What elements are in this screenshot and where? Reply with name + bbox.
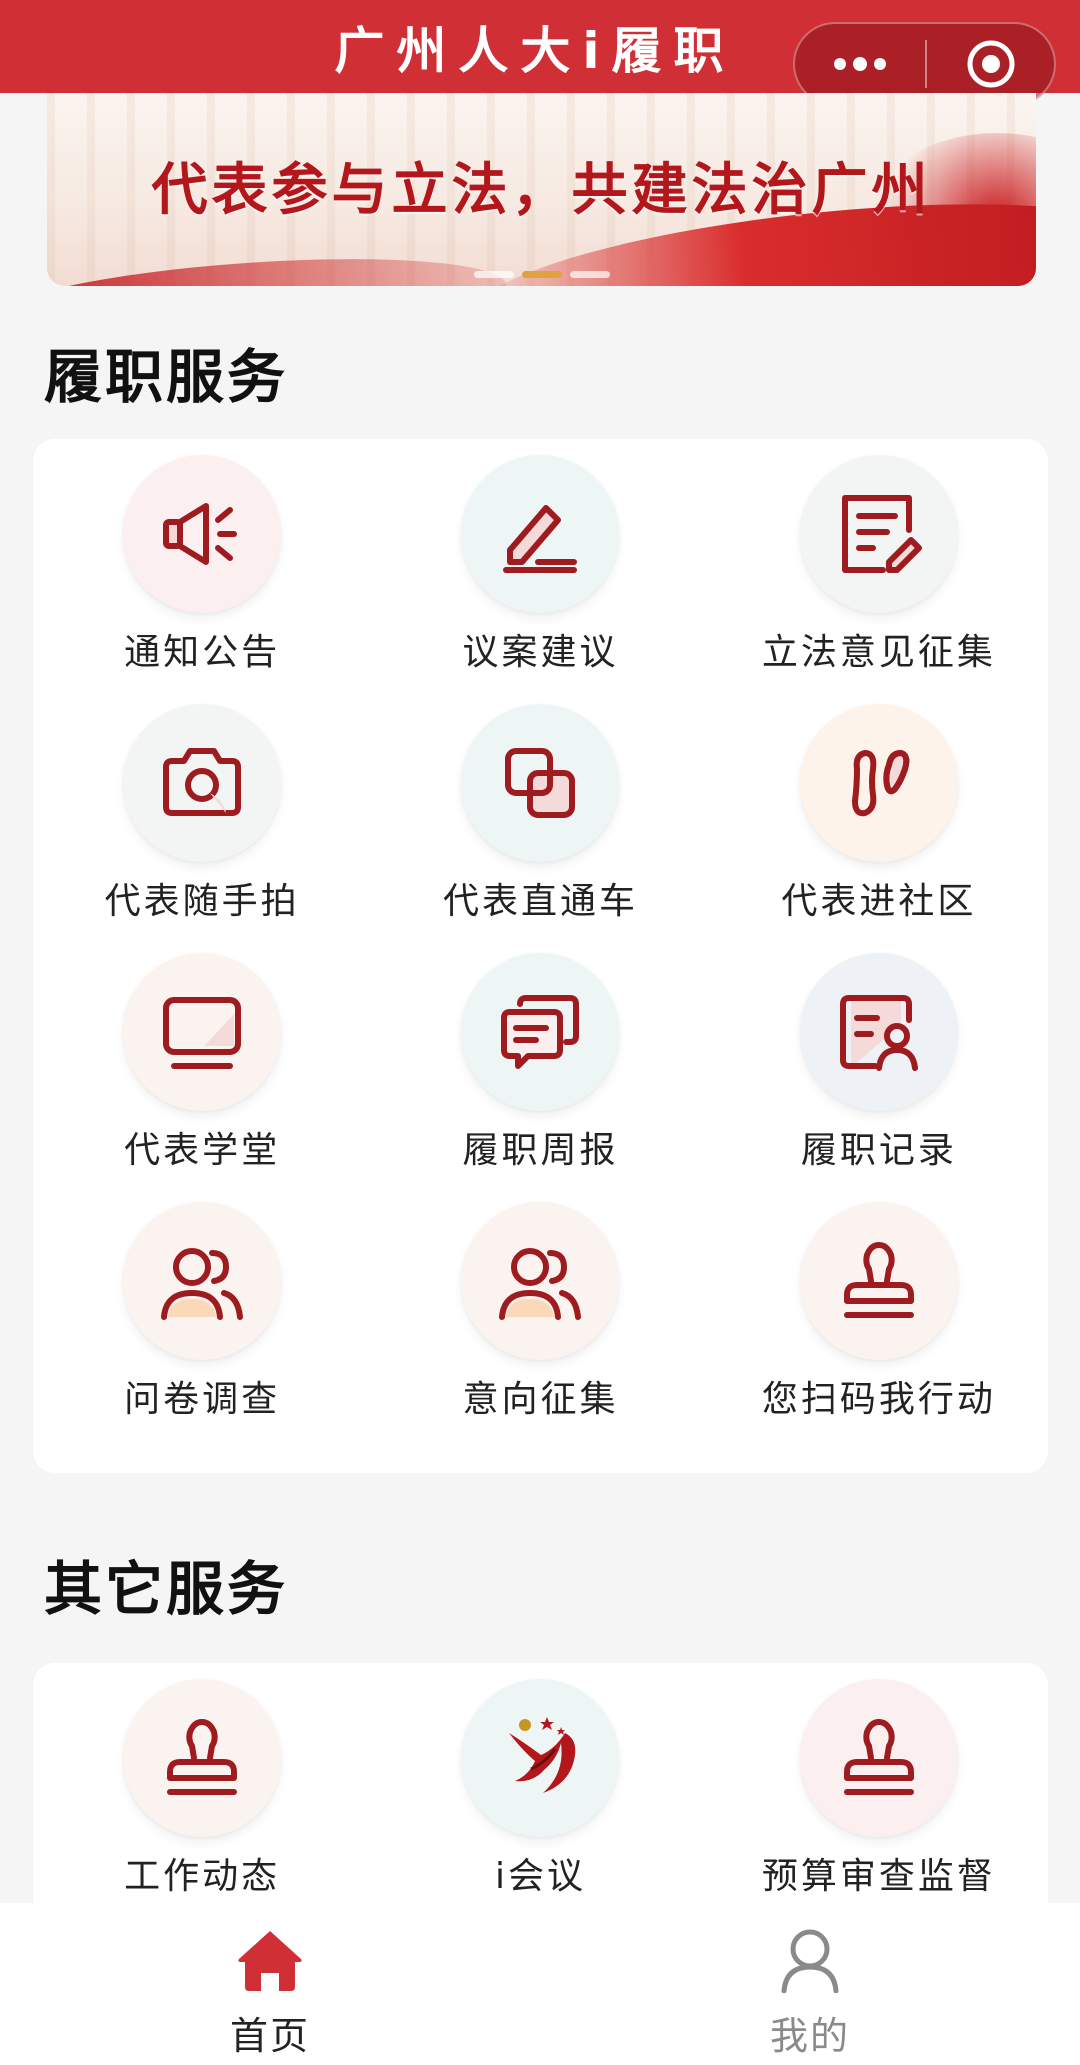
carousel-dot-active[interactable]: [521, 271, 562, 278]
document-edit-icon: [799, 455, 958, 613]
service-label: 履职周报: [462, 1130, 619, 1171]
banner-slogan: 代表参与立法，共建法治广州: [151, 158, 932, 223]
service-label: 议案建议: [462, 632, 619, 673]
stamp-icon: [799, 1679, 958, 1837]
service-label: 代表学堂: [124, 1130, 281, 1171]
carousel-dot[interactable]: [473, 271, 514, 278]
tab-home[interactable]: 首页: [0, 1903, 540, 2065]
service-label: i会议: [494, 1856, 586, 1897]
bottom-tab-bar: 首页 我的: [0, 1903, 1080, 2065]
service-academy[interactable]: 代表学堂: [33, 937, 371, 1186]
app-title: 广州人大i履职: [334, 21, 736, 80]
overlap-squares-icon: [461, 704, 620, 862]
service-work-news[interactable]: 工作动态: [33, 1663, 371, 1912]
monitor-icon: [123, 953, 282, 1111]
person-icon: [778, 1925, 842, 1995]
user-record-icon: [799, 953, 958, 1111]
service-label: 代表直通车: [442, 881, 638, 922]
service-label: 问卷调查: [124, 1379, 281, 1420]
users-icon: [461, 1202, 620, 1360]
service-i-meeting[interactable]: i会议: [371, 1663, 709, 1912]
carousel-dot[interactable]: [569, 271, 610, 278]
title-bar: 广州人大i履职: [0, 0, 1080, 106]
service-duty-record[interactable]: 履职记录: [710, 937, 1048, 1186]
carousel-indicator: [47, 271, 1036, 278]
service-label: 履职记录: [800, 1130, 957, 1171]
service-survey[interactable]: 问卷调查: [33, 1186, 371, 1435]
service-label: 代表随手拍: [104, 881, 300, 922]
other-services-grid: 工作动态 i会议 预算审查监督: [33, 1663, 1048, 1912]
stamp-icon: [799, 1202, 958, 1360]
service-label: 代表进社区: [781, 881, 977, 922]
stamp-icon: [123, 1679, 282, 1837]
service-intention[interactable]: 意向征集: [371, 1186, 709, 1435]
service-label: 您扫码我行动: [761, 1379, 996, 1420]
service-scan-action[interactable]: 您扫码我行动: [710, 1186, 1048, 1435]
duty-services-grid: 通知公告 议案建议 立法意见征集 代表随手拍 代表直通车 代表进社区 代表学堂 …: [33, 439, 1048, 1435]
service-budget-review[interactable]: 预算审查监督: [710, 1663, 1048, 1912]
service-direct-line[interactable]: 代表直通车: [371, 688, 709, 937]
tab-label: 首页: [229, 2014, 310, 2058]
more-dots-icon[interactable]: [795, 24, 925, 104]
section-title-duty: 履职服务: [44, 343, 289, 411]
pen-edit-icon: [461, 455, 620, 613]
service-community[interactable]: 代表进社区: [710, 688, 1048, 937]
service-label: 立法意见征集: [761, 632, 996, 673]
section-title-other: 其它服务: [44, 1555, 289, 1623]
meeting-logo-icon: [461, 1679, 620, 1837]
service-notice[interactable]: 通知公告: [33, 439, 371, 688]
users-icon: [123, 1202, 282, 1360]
tab-label: 我的: [769, 2014, 850, 2058]
megaphone-icon: [123, 455, 282, 613]
service-snapshot[interactable]: 代表随手拍: [33, 688, 371, 937]
footsteps-icon: [799, 704, 958, 862]
service-legislation-opinion[interactable]: 立法意见征集: [710, 439, 1048, 688]
service-label: 意向征集: [462, 1379, 619, 1420]
service-label: 工作动态: [124, 1856, 281, 1897]
service-label: 通知公告: [124, 632, 281, 673]
target-close-icon[interactable]: [927, 24, 1054, 104]
banner-carousel[interactable]: 代表参与立法，共建法治广州: [47, 93, 1036, 286]
duty-services-card: 通知公告 议案建议 立法意见征集 代表随手拍 代表直通车 代表进社区 代表学堂 …: [33, 439, 1048, 1473]
chat-bubbles-icon: [461, 953, 620, 1111]
service-proposal[interactable]: 议案建议: [371, 439, 709, 688]
tab-mine[interactable]: 我的: [540, 1903, 1080, 2065]
camera-icon: [123, 704, 282, 862]
service-label: 预算审查监督: [761, 1856, 996, 1897]
service-weekly-report[interactable]: 履职周报: [371, 937, 709, 1186]
home-icon: [235, 1925, 305, 1995]
